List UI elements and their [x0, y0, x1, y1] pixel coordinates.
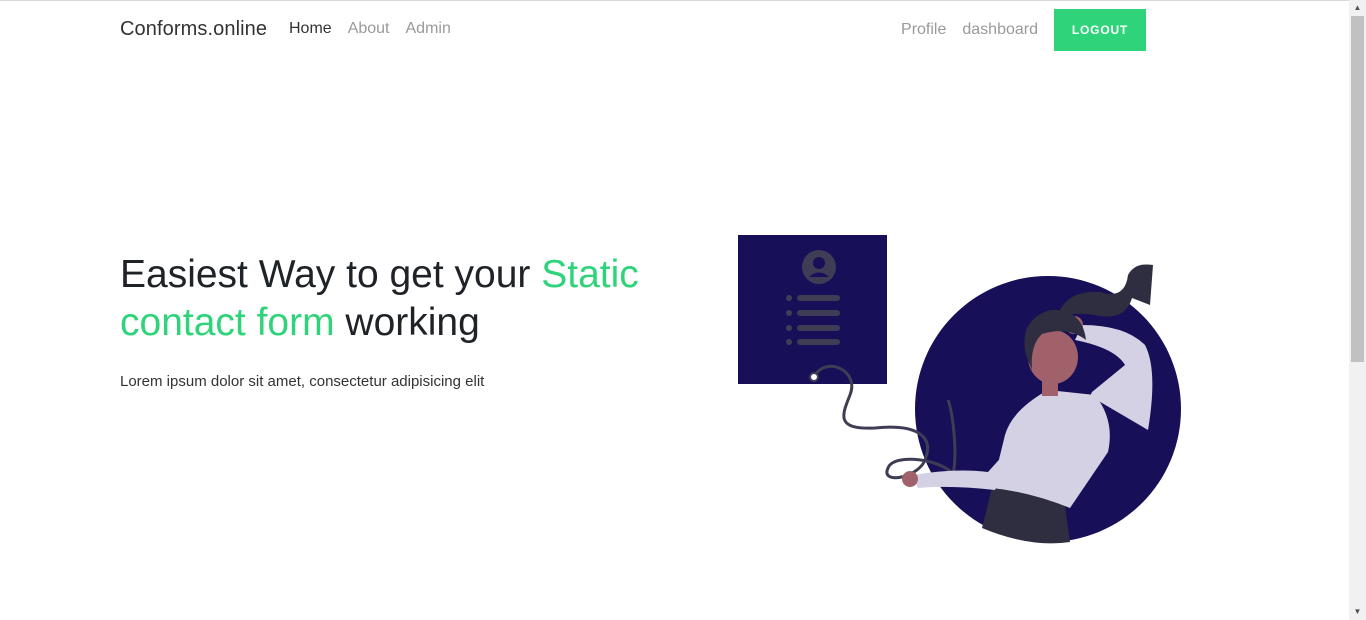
hero-illustration — [738, 235, 1181, 544]
brand-logo[interactable]: Conforms.online — [120, 18, 267, 41]
plug-icon — [809, 372, 819, 382]
avatar-icon — [802, 250, 836, 284]
nav-profile[interactable]: Profile — [901, 10, 946, 50]
hero-subtitle: Lorem ipsum dolor sit amet, consectetur … — [120, 373, 485, 390]
hero-title-part1: Easiest Way to get your — [120, 253, 542, 296]
scroll-down-icon[interactable]: ▼ — [1349, 604, 1366, 620]
user-nav: Profile dashboard LOGOUT — [901, 9, 1146, 51]
hero-title: Easiest Way to get your Static contact f… — [120, 251, 680, 347]
top-border — [0, 0, 1349, 1]
scroll-up-icon[interactable]: ▲ — [1349, 0, 1366, 16]
logout-button[interactable]: LOGOUT — [1054, 9, 1146, 51]
main-nav: Home About Admin — [289, 20, 451, 38]
hero-title-part2: working — [334, 301, 480, 344]
nav-dashboard[interactable]: dashboard — [962, 10, 1038, 50]
nav-about[interactable]: About — [348, 20, 390, 38]
nav-home[interactable]: Home — [289, 20, 332, 38]
nav-admin[interactable]: Admin — [406, 20, 451, 38]
person-hand — [902, 471, 918, 487]
scroll-thumb[interactable] — [1351, 16, 1364, 362]
vertical-scrollbar[interactable]: ▲ ▼ — [1349, 0, 1366, 620]
